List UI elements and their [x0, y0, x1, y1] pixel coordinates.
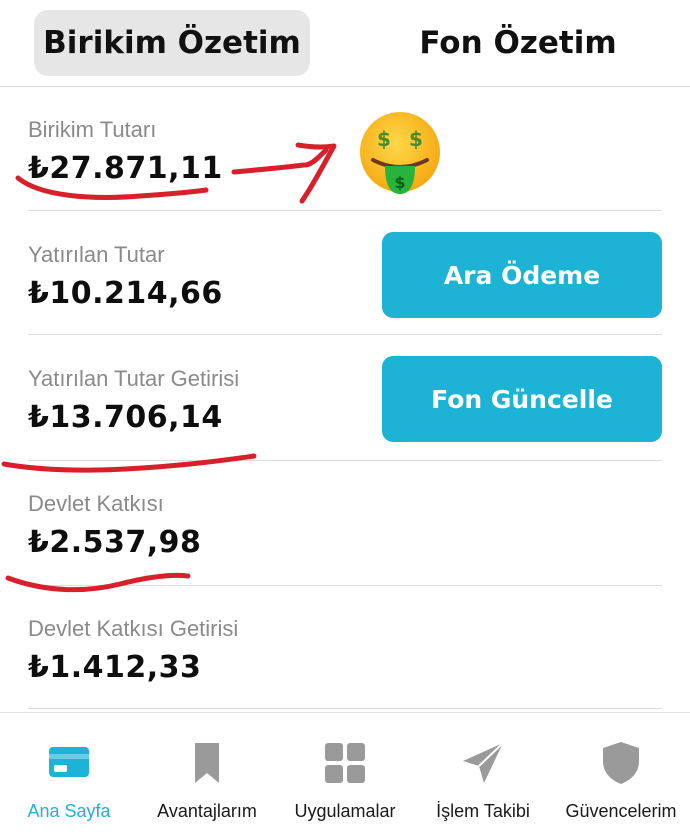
bookmark-icon	[195, 743, 219, 783]
update-fund-button[interactable]: Fon Güncelle	[382, 356, 662, 442]
state-contribution-label: Devlet Katkısı	[28, 491, 164, 516]
divider	[28, 210, 662, 211]
nav-item-insurances[interactable]: Güvencelerim	[552, 713, 690, 834]
state-contribution-return-label: Devlet Katkısı Getirisi	[28, 616, 239, 641]
nav-label: İşlem Takibi	[436, 801, 530, 821]
svg-text:$: $	[377, 127, 391, 151]
summary-tabs: Birikim Özetim Fon Özetim	[0, 0, 690, 87]
nav-label: Uygulamalar	[294, 801, 396, 821]
nav-item-benefits[interactable]: Avantajlarım	[138, 713, 276, 834]
tab-fund-summary[interactable]: Fon Özetim	[380, 10, 656, 76]
shield-icon	[603, 742, 639, 784]
row-state-contribution-return: Devlet Katkısı Getirisi ₺1.412,33	[28, 614, 662, 694]
card-icon	[49, 747, 89, 777]
nav-item-apps[interactable]: Uygulamalar	[276, 713, 414, 834]
svg-text:$: $	[394, 173, 405, 192]
nav-label: Avantajlarım	[157, 801, 257, 821]
tab-savings-summary[interactable]: Birikim Özetim	[34, 10, 310, 76]
bottom-nav: Ana Sayfa Avantajlarım Uygulamalar İşlem…	[0, 712, 690, 834]
invested-amount-label: Yatırılan Tutar	[28, 242, 165, 267]
nav-item-home[interactable]: Ana Sayfa	[0, 713, 138, 834]
invested-amount-value: ₺10.214,66	[28, 276, 223, 311]
svg-text:$: $	[409, 127, 423, 151]
divider	[28, 585, 662, 586]
state-contribution-return-value: ₺1.412,33	[28, 650, 202, 685]
row-state-contribution: Devlet Katkısı ₺2.537,98	[28, 489, 662, 569]
divider	[28, 334, 662, 335]
money-mouth-face-icon: $ $ $	[360, 112, 440, 194]
nav-label: Güvencelerim	[565, 801, 677, 821]
paper-plane-icon	[463, 742, 504, 783]
nav-label: Ana Sayfa	[27, 801, 111, 821]
nav-item-transaction-tracking[interactable]: İşlem Takibi	[414, 713, 552, 834]
interim-payment-button[interactable]: Ara Ödeme	[382, 232, 662, 318]
state-contribution-value: ₺2.537,98	[28, 525, 202, 560]
grid-icon	[325, 743, 365, 783]
divider	[28, 708, 662, 709]
divider	[28, 460, 662, 461]
savings-amount-value: ₺27.871,11	[28, 151, 223, 186]
savings-amount-label: Birikim Tutarı	[28, 117, 157, 142]
invested-return-label: Yatırılan Tutar Getirisi	[28, 366, 240, 391]
invested-return-value: ₺13.706,14	[28, 400, 223, 435]
row-savings-amount: Birikim Tutarı ₺27.871,11	[28, 115, 662, 195]
